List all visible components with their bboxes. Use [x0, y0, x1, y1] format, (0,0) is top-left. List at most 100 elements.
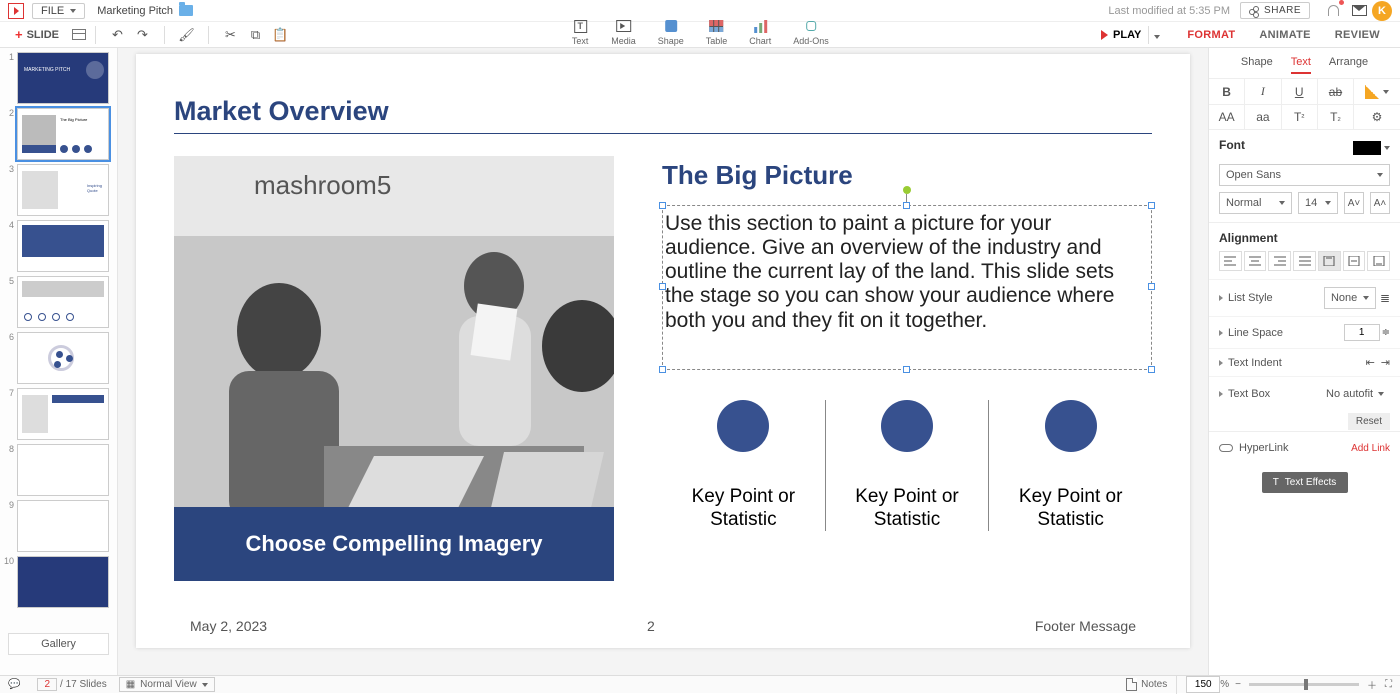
- font-size-select[interactable]: 14: [1298, 192, 1338, 214]
- superscript-button[interactable]: T²: [1282, 105, 1318, 129]
- valign-middle-button[interactable]: [1343, 251, 1366, 271]
- add-link-button[interactable]: Add Link: [1351, 443, 1390, 454]
- resize-handle[interactable]: [1148, 283, 1155, 290]
- zoom-in-button[interactable]: ＋: [1367, 677, 1377, 692]
- file-menu[interactable]: FILE: [32, 3, 85, 19]
- align-left-button[interactable]: [1219, 251, 1242, 271]
- play-dropdown[interactable]: [1149, 23, 1165, 47]
- zoom-input[interactable]: [1186, 676, 1220, 693]
- subscript-button[interactable]: T₂: [1318, 105, 1354, 129]
- slide-title[interactable]: Market Overview: [174, 96, 1152, 134]
- play-button[interactable]: PLAY: [1094, 26, 1149, 44]
- resize-handle[interactable]: [903, 202, 910, 209]
- line-space-row[interactable]: Line Space ≑: [1209, 316, 1400, 348]
- key-point[interactable]: Key Point or Statistic: [825, 400, 989, 532]
- footer-page[interactable]: 2: [647, 618, 655, 634]
- line-space-input[interactable]: [1344, 324, 1380, 341]
- current-slide-number[interactable]: 2: [37, 678, 57, 691]
- autofit-select[interactable]: No autofit: [1320, 384, 1390, 404]
- slide-thumb[interactable]: 9: [4, 500, 117, 552]
- resize-handle[interactable]: [659, 202, 666, 209]
- align-justify-button[interactable]: [1293, 251, 1316, 271]
- resize-handle[interactable]: [1148, 202, 1155, 209]
- resize-handle[interactable]: [1148, 366, 1155, 373]
- tab-format[interactable]: FORMAT: [1175, 24, 1247, 46]
- list-style-select[interactable]: None: [1324, 287, 1376, 309]
- bullet-list-icon[interactable]: ≣: [1380, 291, 1390, 305]
- insert-table-button[interactable]: Table: [706, 18, 728, 46]
- resize-handle[interactable]: [659, 366, 666, 373]
- new-slide-button[interactable]: + SLIDE: [8, 23, 66, 46]
- undo-button[interactable]: ↶: [109, 26, 126, 43]
- resize-handle[interactable]: [659, 283, 666, 290]
- format-painter-button[interactable]: 🖌: [178, 26, 195, 43]
- user-avatar[interactable]: K: [1372, 1, 1392, 21]
- redo-button[interactable]: ↷: [134, 26, 151, 43]
- valign-top-button[interactable]: [1318, 251, 1341, 271]
- indent-decrease-icon[interactable]: ⇤: [1366, 356, 1375, 369]
- addons-button[interactable]: Add-Ons: [793, 18, 829, 46]
- slide-thumb[interactable]: 5: [4, 276, 117, 328]
- slide-thumb[interactable]: 7: [4, 388, 117, 440]
- strikethrough-button[interactable]: ab: [1318, 79, 1354, 104]
- comments-icon[interactable]: 💬: [8, 679, 20, 690]
- insert-media-button[interactable]: Media: [611, 18, 636, 46]
- document-title[interactable]: Marketing Pitch: [97, 5, 173, 17]
- indent-increase-icon[interactable]: ⇥: [1381, 356, 1390, 369]
- key-point[interactable]: Key Point or Statistic: [988, 400, 1152, 532]
- subtab-shape[interactable]: Shape: [1241, 56, 1273, 74]
- tab-animate[interactable]: ANIMATE: [1247, 24, 1322, 46]
- font-family-select[interactable]: Open Sans: [1219, 164, 1390, 186]
- bold-button[interactable]: B: [1209, 79, 1245, 104]
- cut-button[interactable]: ✂: [222, 26, 239, 43]
- slide-thumb[interactable]: 6: [4, 332, 117, 384]
- tab-review[interactable]: REVIEW: [1323, 24, 1392, 46]
- insert-chart-button[interactable]: Chart: [749, 18, 771, 46]
- selected-textbox[interactable]: Use this section to paint a picture for …: [662, 205, 1152, 370]
- text-indent-row[interactable]: Text Indent ⇤ ⇥: [1209, 348, 1400, 376]
- rotate-handle[interactable]: [903, 186, 911, 194]
- uppercase-button[interactable]: AA: [1209, 105, 1245, 129]
- messages-button[interactable]: [1349, 1, 1369, 21]
- footer-date[interactable]: May 2, 2023: [190, 618, 267, 634]
- slide-thumb[interactable]: 8: [4, 444, 117, 496]
- key-point[interactable]: Key Point or Statistic: [662, 400, 825, 532]
- slide-thumb[interactable]: 3InspiringQuote: [4, 164, 117, 216]
- zoom-slider[interactable]: [1249, 683, 1359, 686]
- slide-thumb[interactable]: 4: [4, 220, 117, 272]
- more-format-button[interactable]: ⚙: [1354, 105, 1400, 129]
- highlight-color-button[interactable]: [1354, 79, 1400, 104]
- image-caption[interactable]: Choose Compelling Imagery: [174, 507, 614, 581]
- subtab-text[interactable]: Text: [1291, 56, 1311, 74]
- font-weight-select[interactable]: Normal: [1219, 192, 1292, 214]
- copy-button[interactable]: ⧉: [247, 26, 264, 43]
- resize-handle[interactable]: [903, 366, 910, 373]
- valign-bottom-button[interactable]: [1367, 251, 1390, 271]
- layout-icon[interactable]: [72, 29, 86, 40]
- text-box-row[interactable]: Text Box No autofit: [1209, 376, 1400, 411]
- zoom-out-button[interactable]: −: [1235, 679, 1241, 690]
- slide-image[interactable]: mashroom5 Choose Compelling Imagery: [174, 156, 614, 581]
- zoom-thumb[interactable]: [1304, 679, 1308, 690]
- italic-button[interactable]: I: [1245, 79, 1281, 104]
- slide-thumb[interactable]: 1MARKETING PITCH: [4, 52, 117, 104]
- align-right-button[interactable]: [1268, 251, 1291, 271]
- subtab-arrange[interactable]: Arrange: [1329, 56, 1368, 74]
- lowercase-button[interactable]: aa: [1245, 105, 1281, 129]
- fit-screen-button[interactable]: ⛶: [1385, 679, 1392, 690]
- list-style-row[interactable]: List Style None ≣: [1209, 279, 1400, 316]
- align-center-button[interactable]: [1244, 251, 1267, 271]
- text-effects-button[interactable]: T Text Effects: [1262, 472, 1348, 493]
- insert-shape-button[interactable]: Shape: [658, 18, 684, 46]
- notifications-button[interactable]: [1323, 1, 1343, 21]
- share-button[interactable]: SHARE: [1240, 2, 1310, 19]
- view-mode-select[interactable]: ▦ Normal View: [119, 677, 215, 692]
- reset-button[interactable]: Reset: [1348, 413, 1390, 430]
- folder-icon[interactable]: [179, 5, 193, 16]
- insert-text-button[interactable]: TText: [571, 18, 589, 46]
- app-logo[interactable]: [8, 3, 24, 19]
- footer-message[interactable]: Footer Message: [1035, 618, 1136, 634]
- underline-button[interactable]: U: [1282, 79, 1318, 104]
- slide-thumb[interactable]: 10: [4, 556, 117, 608]
- font-size-increase[interactable]: A˄: [1370, 192, 1390, 214]
